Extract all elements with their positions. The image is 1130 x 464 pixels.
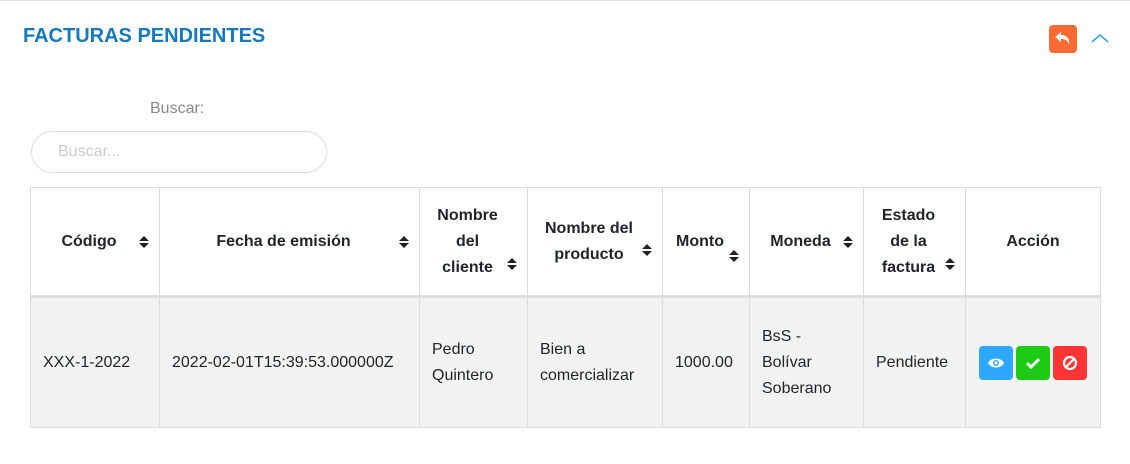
column-label: Monto xyxy=(676,232,724,250)
sort-icon xyxy=(945,258,955,270)
cell-monto: 1000.00 xyxy=(662,296,750,428)
cell-producto: Bien a comercializar xyxy=(527,296,663,428)
column-header-accion: Acción xyxy=(965,187,1101,298)
column-header-monto[interactable]: Monto xyxy=(662,187,750,298)
cell-fecha: 2022-02-01T15:39:53.000000Z xyxy=(159,296,420,428)
cell-estado: Pendiente xyxy=(863,296,966,428)
sort-icon xyxy=(139,235,149,248)
page-title: FACTURAS PENDIENTES xyxy=(23,25,266,47)
search-input[interactable] xyxy=(31,131,327,173)
sort-icon xyxy=(399,235,409,248)
sort-icon xyxy=(507,258,517,270)
column-label: Estado de la factura xyxy=(881,206,936,276)
check-icon xyxy=(1026,357,1040,369)
pending-invoices-card: FACTURAS PENDIENTES Buscar: Código Fecha… xyxy=(0,0,1130,464)
reply-arrow-icon xyxy=(1055,32,1070,45)
sort-icon xyxy=(729,250,739,262)
eye-icon xyxy=(988,358,1004,367)
chevron-up-icon[interactable] xyxy=(1090,31,1110,45)
column-header-cliente[interactable]: Nombre del cliente xyxy=(419,187,528,298)
cell-accion xyxy=(965,296,1101,428)
column-header-producto[interactable]: Nombre del producto xyxy=(527,187,663,298)
column-header-estado[interactable]: Estado de la factura xyxy=(863,187,966,298)
column-label: Nombre del producto xyxy=(544,219,633,263)
cell-cliente: Pedro Quintero xyxy=(419,296,528,428)
sort-icon xyxy=(843,235,853,248)
approve-button[interactable] xyxy=(1016,345,1050,380)
ban-icon xyxy=(1062,355,1078,370)
column-header-fecha[interactable]: Fecha de emisión xyxy=(159,187,420,298)
column-header-moneda[interactable]: Moneda xyxy=(749,187,864,298)
column-label: Código xyxy=(61,232,117,250)
sort-icon xyxy=(642,244,652,256)
column-label: Acción xyxy=(1006,232,1060,250)
column-label: Moneda xyxy=(770,232,831,250)
cell-moneda: BsS - Bolívar Soberano xyxy=(749,296,864,428)
table-row: XXX-1-2022 2022-02-01T15:39:53.000000Z P… xyxy=(30,296,1101,428)
invoices-table: Código Fecha de emisión Nombre del clien… xyxy=(30,187,1101,428)
back-button[interactable] xyxy=(1049,25,1077,53)
search-label: Buscar: xyxy=(150,100,205,117)
column-label: Fecha de emisión xyxy=(216,232,351,250)
view-button[interactable] xyxy=(979,345,1013,380)
cell-codigo: XXX-1-2022 xyxy=(30,296,160,428)
reject-button[interactable] xyxy=(1053,345,1087,380)
column-label: Nombre del cliente xyxy=(437,206,498,276)
column-header-codigo[interactable]: Código xyxy=(30,187,160,298)
